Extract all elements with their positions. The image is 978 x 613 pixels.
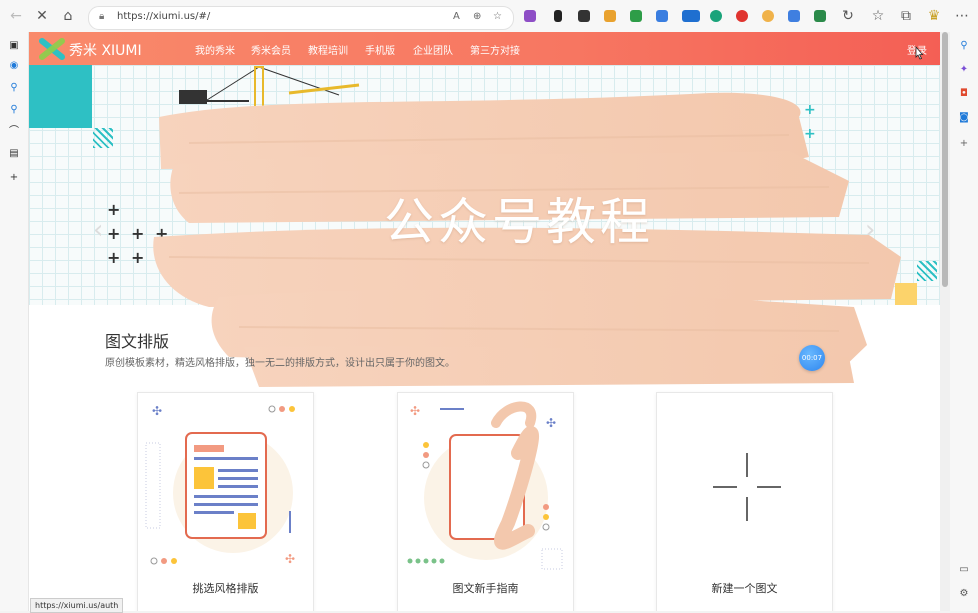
- sidebar-toggle-icon[interactable]: ▭: [958, 564, 970, 576]
- decorative-plus: +: [131, 224, 145, 243]
- section-title: 图文排版: [105, 332, 170, 351]
- browser-toolbar: ← ✕ ⌂ 🔒︎ https://xiumi.us/#/ A ⊕ ☆ ↻ ☆ ⧉…: [0, 0, 978, 33]
- outlook-icon[interactable]: ◙: [958, 112, 970, 124]
- tabs-icon[interactable]: ▣: [8, 40, 20, 52]
- nav-third-party[interactable]: 第三方对接: [470, 42, 520, 57]
- decorative-plus: +: [131, 248, 145, 267]
- nav-enterprise[interactable]: 企业团队: [413, 42, 453, 57]
- more-icon[interactable]: ⋯: [954, 8, 970, 24]
- address-url[interactable]: https://xiumi.us/#/: [117, 11, 210, 22]
- card-choose-style[interactable]: ✣ ✣ 挑选风格排版: [137, 392, 314, 611]
- favorites-icon[interactable]: ☆: [870, 8, 886, 24]
- close-icon[interactable]: ✕: [34, 8, 50, 24]
- card-label: 新建一个图文: [711, 582, 778, 595]
- crown-icon[interactable]: ♛: [926, 8, 942, 24]
- read-aloud-icon[interactable]: A: [453, 11, 460, 22]
- home-icon[interactable]: ⌂: [60, 8, 76, 24]
- page-icon[interactable]: ▤: [8, 148, 20, 160]
- plus-icon: [713, 453, 781, 521]
- browser-right-sidebar: ⚲ ✦ ◘ ◙ + ▭ ⚙: [949, 32, 978, 611]
- extension-icon[interactable]: [604, 10, 616, 22]
- hero-title: 公众号教程: [384, 193, 654, 251]
- zoom-icon[interactable]: ⊕: [473, 11, 481, 22]
- card-label: 图文新手指南: [452, 582, 519, 595]
- add-icon[interactable]: +: [8, 172, 20, 184]
- extension-icon[interactable]: [524, 10, 536, 22]
- webpage: 秀米 XIUMI 我的秀米 秀米会员 教程培训 手机版 企业团队 第三方对接 登…: [29, 32, 940, 611]
- decorative-plus: +: [107, 248, 121, 267]
- refresh-icon[interactable]: ↻: [840, 8, 856, 24]
- collections-icon[interactable]: ⧉: [898, 8, 914, 24]
- svg-text:✣: ✣: [410, 404, 420, 418]
- video-timer-badge[interactable]: 00:07: [799, 345, 825, 371]
- settings-icon[interactable]: ⚙: [958, 588, 970, 600]
- search-icon[interactable]: ⚲: [958, 40, 970, 52]
- lock-icon: 🔒︎: [99, 11, 105, 22]
- page-scrollbar[interactable]: [940, 32, 950, 611]
- section-description: 原创模板素材，精选风格排版，独一无二的排版方式，设计出只属于你的图文。: [105, 358, 455, 369]
- extension-icon[interactable]: [656, 10, 668, 22]
- extension-icon[interactable]: [762, 10, 774, 22]
- scrollbar-thumb[interactable]: [942, 32, 948, 287]
- browser-left-sidebar: ▣ ◉ ⚲ ⚲ ⌒ ▤ +: [0, 32, 29, 611]
- extension-icon[interactable]: [710, 10, 722, 22]
- card-label: 挑选风格排版: [192, 582, 259, 595]
- card-new-article[interactable]: 新建一个图文: [656, 392, 833, 611]
- add-icon[interactable]: +: [958, 138, 970, 150]
- nav-membership[interactable]: 秀米会员: [251, 42, 291, 57]
- brand-name[interactable]: 秀米 XIUMI: [69, 40, 142, 60]
- card-beginner-guide[interactable]: ✣ ✣ 图文新手指南: [397, 392, 574, 611]
- svg-text:✣: ✣: [546, 416, 556, 430]
- decorative-plus: +: [107, 224, 121, 243]
- svg-text:✣: ✣: [285, 552, 295, 566]
- nav-tutorials[interactable]: 教程培训: [308, 42, 348, 57]
- decorative-plus: +: [107, 200, 121, 219]
- tab-icon[interactable]: ⌒: [8, 126, 20, 138]
- office-icon[interactable]: ◘: [958, 88, 970, 100]
- svg-text:✣: ✣: [152, 404, 162, 418]
- nav-mobile[interactable]: 手机版: [365, 42, 395, 57]
- carousel-prev-icon[interactable]: ‹: [93, 215, 103, 245]
- extension-icon[interactable]: [736, 10, 748, 22]
- sparkle-icon[interactable]: ✦: [958, 64, 970, 76]
- extension-icon[interactable]: [788, 10, 800, 22]
- search-icon[interactable]: ⚲: [8, 104, 20, 116]
- extension-icon[interactable]: [630, 10, 642, 22]
- site-header: 秀米 XIUMI 我的秀米 秀米会员 教程培训 手机版 企业团队 第三方对接 登…: [29, 32, 940, 65]
- decorative-teal-block: [29, 65, 92, 128]
- decorative-hatch: [93, 128, 113, 148]
- extension-icon[interactable]: [682, 10, 700, 22]
- xiumi-logo-icon[interactable]: [39, 38, 65, 60]
- search-icon[interactable]: ⚲: [8, 82, 20, 94]
- download-icon[interactable]: [554, 10, 562, 22]
- extension-icon[interactable]: [814, 10, 826, 22]
- favorite-add-icon[interactable]: ☆: [493, 11, 502, 22]
- address-bar[interactable]: 🔒︎ https://xiumi.us/#/ A ⊕ ☆: [88, 6, 514, 30]
- nav-my-xiumi[interactable]: 我的秀米: [195, 42, 235, 57]
- document-illustration-icon: ✣ ✣: [145, 404, 295, 566]
- decorative-hatch: [917, 261, 937, 281]
- back-icon[interactable]: ←: [8, 8, 24, 24]
- guide-illustration-icon: ✣ ✣: [407, 401, 563, 570]
- mouse-cursor-icon: [915, 46, 924, 60]
- edge-icon[interactable]: ◉: [8, 60, 20, 72]
- extension-icon[interactable]: [578, 10, 590, 22]
